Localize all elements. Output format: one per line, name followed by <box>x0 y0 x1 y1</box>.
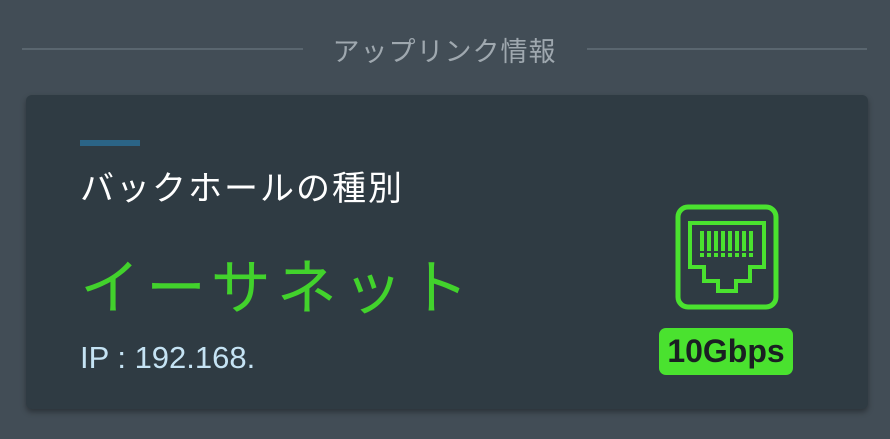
uplink-info-panel: アップリンク情報 バックホールの種別 イーサネット IP : 192.168. <box>0 0 890 439</box>
header-divider-left <box>22 48 303 50</box>
link-speed-badge: 10Gbps <box>659 328 793 375</box>
accent-bar <box>80 140 140 146</box>
section-title: アップリンク情報 <box>332 36 557 68</box>
section-header: アップリンク情報 <box>22 24 867 74</box>
ethernet-port-icon <box>675 204 779 310</box>
backhaul-type-label: バックホールの種別 <box>80 169 404 209</box>
ip-address: IP : 192.168. <box>80 340 256 375</box>
header-divider-right <box>586 48 867 50</box>
backhaul-card: バックホールの種別 イーサネット IP : 192.168. 10Gbps <box>26 95 868 409</box>
backhaul-type-value: イーサネット <box>80 254 475 324</box>
